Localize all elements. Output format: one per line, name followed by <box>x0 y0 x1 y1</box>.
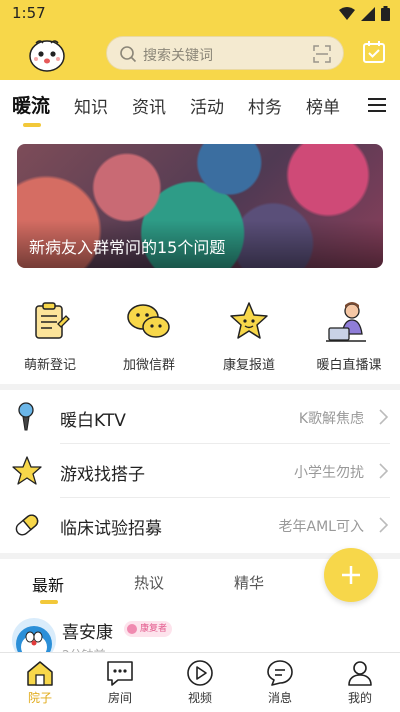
tab-bangdan[interactable]: 榜单 <box>306 93 340 118</box>
list-item-subtitle: 老年AML可入 <box>278 519 364 535</box>
quick-entry-label: 加微信群 <box>122 358 175 373</box>
nav-yard[interactable]: 院子 <box>10 659 70 706</box>
list-item-title: 暖白KTV <box>60 411 126 431</box>
banner[interactable]: 新病友入群常问的15个问题 <box>17 144 383 268</box>
search-bar[interactable]: 搜索关键词 <box>106 36 344 70</box>
quick-entry-wechat[interactable]: 加微信群 <box>104 300 194 373</box>
quick-entry-label: 康复报道 <box>222 358 275 373</box>
menu-icon[interactable] <box>368 97 386 113</box>
message-icon <box>267 660 293 686</box>
chat-room-icon <box>107 661 133 686</box>
signal-icon <box>361 6 375 21</box>
chevron-right-icon <box>379 517 388 533</box>
clipboard-icon <box>35 302 70 339</box>
active-feed-tab-indicator <box>40 600 58 604</box>
wifi-icon <box>339 6 355 20</box>
tab-huodong[interactable]: 活动 <box>190 93 224 118</box>
status-bar: 1:57 <box>0 0 400 28</box>
star-face-icon <box>230 302 268 339</box>
chevron-right-icon <box>379 409 388 425</box>
quick-entry-recovery[interactable]: 康复报道 <box>204 300 294 373</box>
battery-icon <box>381 6 390 21</box>
quick-entry-live-class[interactable]: 暖白直播课 <box>304 300 394 373</box>
category-tabs: 暖流 知识 资讯 活动 村务 榜单 <box>0 80 400 132</box>
profile-icon <box>348 661 372 686</box>
post-author[interactable]: 喜安康 <box>62 618 113 643</box>
plus-icon <box>342 566 360 584</box>
tab-cunwu[interactable]: 村务 <box>248 93 282 118</box>
list-item-title: 临床试验招募 <box>60 519 162 539</box>
tab-nuanliu[interactable]: 暖流 <box>12 91 50 118</box>
active-tab-indicator <box>23 123 41 127</box>
list-item-title: 游戏找搭子 <box>60 465 145 485</box>
feed-tab-featured[interactable]: 精华 <box>234 572 264 593</box>
mascot-logo-icon[interactable] <box>26 34 68 76</box>
home-icon <box>27 661 53 686</box>
nav-room[interactable]: 房间 <box>90 659 150 706</box>
nav-profile[interactable]: 我的 <box>330 659 390 706</box>
quick-entry-label: 暖白直播课 <box>316 358 382 373</box>
teacher-icon <box>326 302 366 342</box>
list-item-ktv[interactable]: 暖白KTV K歌解焦虑 <box>0 390 400 444</box>
create-post-button[interactable] <box>324 548 378 602</box>
feed-tab-latest[interactable]: 最新 <box>32 572 64 596</box>
bottom-nav: 院子 房间 视频 消息 我的 <box>0 652 400 712</box>
quick-entry-register[interactable]: 萌新登记 <box>5 300 95 373</box>
banner-title: 新病友入群常问的15个问题 <box>29 238 226 257</box>
star-icon <box>12 456 42 485</box>
wechat-icon <box>127 304 170 338</box>
list-item-subtitle: K歌解焦虑 <box>298 411 364 427</box>
nav-label: 房间 <box>107 691 132 705</box>
list-item-subtitle: 小学生勿扰 <box>294 465 364 481</box>
nav-label: 我的 <box>347 691 372 705</box>
nav-messages[interactable]: 消息 <box>250 659 310 706</box>
pill-icon <box>15 514 39 536</box>
app-header: 搜索关键词 <box>0 28 400 80</box>
scan-icon[interactable] <box>313 45 331 63</box>
status-icons <box>339 6 390 21</box>
tab-zhishi[interactable]: 知识 <box>74 93 108 118</box>
nav-video[interactable]: 视频 <box>170 659 230 706</box>
chevron-right-icon <box>379 463 388 479</box>
status-time: 1:57 <box>12 4 46 22</box>
nav-label: 院子 <box>27 691 52 705</box>
nav-label: 消息 <box>267 691 292 705</box>
search-icon <box>120 46 137 63</box>
list-item-clinical-trial[interactable]: 临床试验招募 老年AML可入 <box>0 498 400 552</box>
badge-label: 康复者 <box>140 624 168 634</box>
status-badge: 康复者 <box>124 621 173 637</box>
list-item-game-partner[interactable]: 游戏找搭子 小学生勿扰 <box>0 444 400 498</box>
quick-entries: 萌新登记 加微信群 康复报道 暖白直播课 <box>0 300 400 380</box>
quick-entry-label: 萌新登记 <box>23 358 76 373</box>
calendar-check-icon[interactable] <box>362 40 386 64</box>
feed-tab-hot[interactable]: 热议 <box>134 572 164 593</box>
microphone-icon <box>18 402 34 431</box>
tab-zixun[interactable]: 资讯 <box>132 93 166 118</box>
search-placeholder[interactable]: 搜索关键词 <box>143 45 213 65</box>
nav-label: 视频 <box>187 691 212 705</box>
play-icon <box>187 660 213 686</box>
badge-icon <box>127 624 137 634</box>
